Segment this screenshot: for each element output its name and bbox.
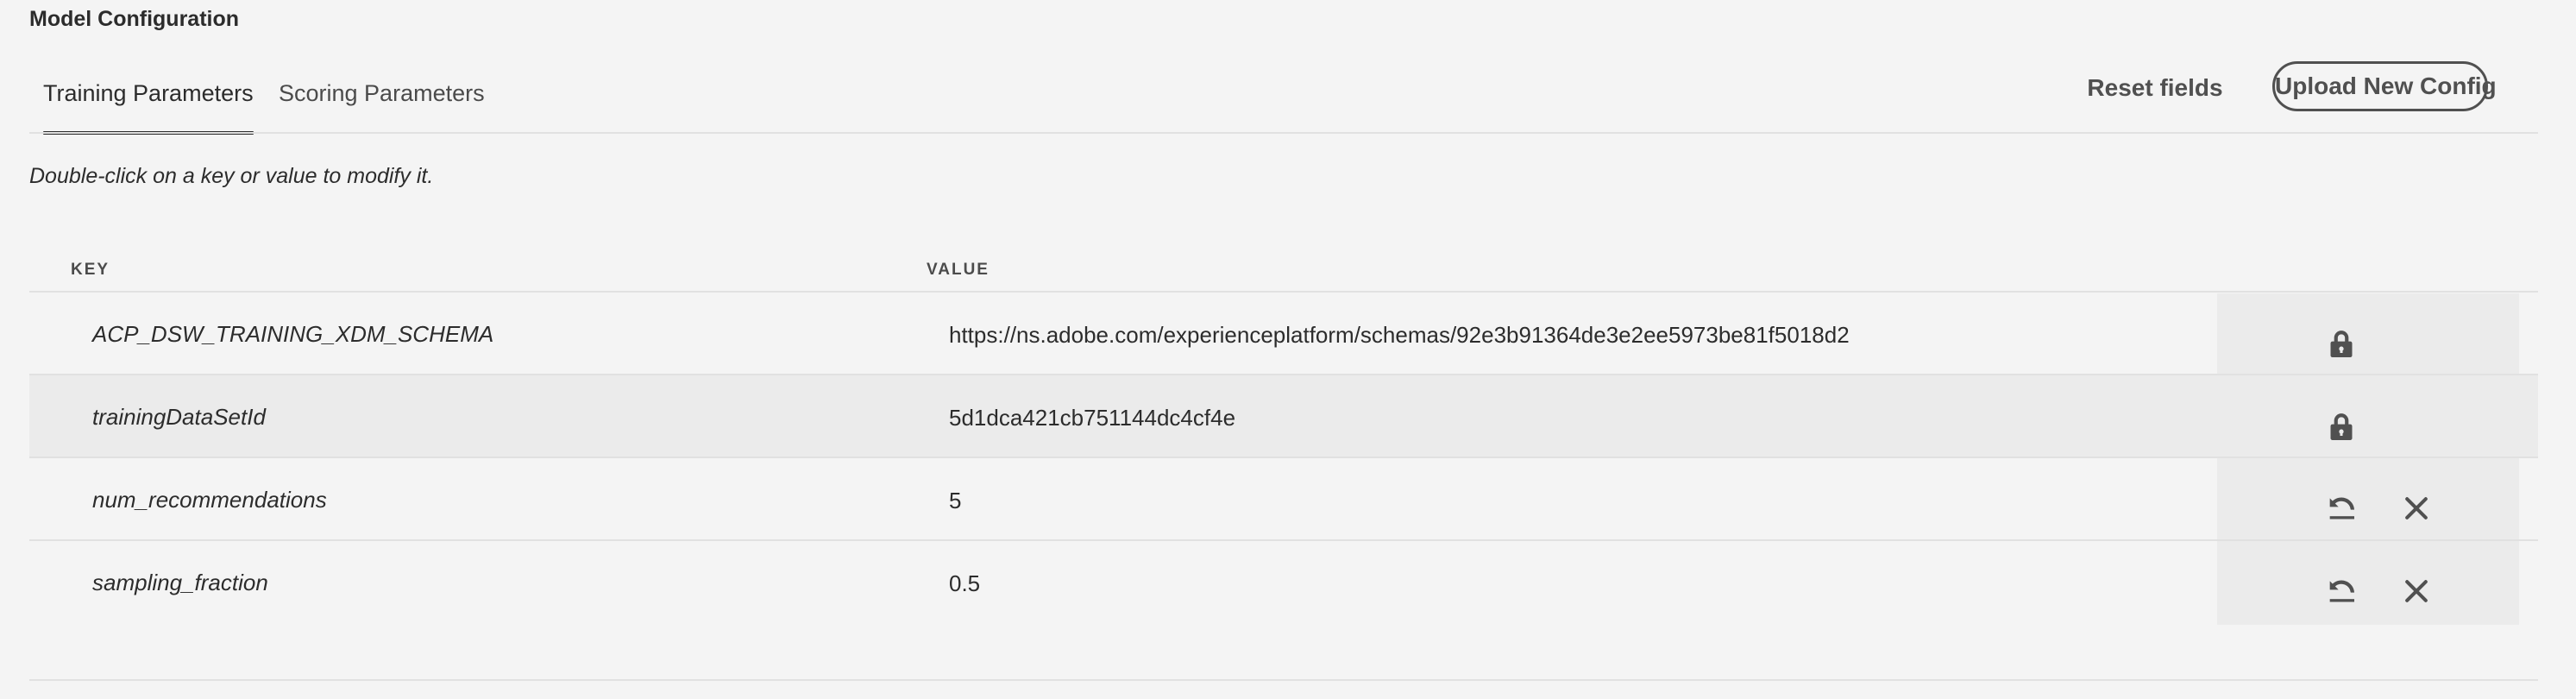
table-row: sampling_fraction 0.5 xyxy=(29,541,2538,624)
param-value[interactable]: 5 xyxy=(949,488,961,514)
tab-label: Scoring Parameters xyxy=(279,80,485,106)
lock-icon xyxy=(2324,410,2359,444)
param-key[interactable]: num_recommendations xyxy=(92,487,327,513)
param-key[interactable]: sampling_fraction xyxy=(92,570,268,596)
hint-text: Double-click on a key or value to modify… xyxy=(29,164,434,188)
tab-divider xyxy=(29,132,2538,134)
param-key[interactable]: trainingDataSetId xyxy=(92,404,266,431)
table-row: num_recommendations 5 xyxy=(29,458,2538,541)
table-row: ACP_DSW_TRAINING_XDM_SCHEMA https://ns.a… xyxy=(29,293,2538,375)
param-value[interactable]: https://ns.adobe.com/experienceplatform/… xyxy=(949,322,1850,349)
tab-training-parameters[interactable]: Training Parameters xyxy=(43,78,254,135)
param-key[interactable]: ACP_DSW_TRAINING_XDM_SCHEMA xyxy=(92,321,493,348)
reset-fields-button[interactable]: Reset fields xyxy=(2070,69,2240,107)
tab-scoring-parameters[interactable]: Scoring Parameters xyxy=(279,78,485,135)
close-icon[interactable] xyxy=(2399,574,2434,608)
page-title: Model Configuration xyxy=(29,7,240,31)
close-icon[interactable] xyxy=(2399,491,2434,526)
tab-label: Training Parameters xyxy=(43,80,254,106)
table-row: trainingDataSetId 5d1dca421cb751144dc4cf… xyxy=(29,375,2538,458)
upload-new-config-button[interactable]: Upload New Config xyxy=(2272,61,2497,111)
bottom-divider xyxy=(29,679,2538,681)
key-column-header: KEY xyxy=(71,261,110,279)
param-value[interactable]: 0.5 xyxy=(949,570,980,597)
lock-icon xyxy=(2324,327,2359,362)
undo-icon[interactable] xyxy=(2324,491,2359,526)
undo-icon[interactable] xyxy=(2324,574,2359,608)
value-column-header: VALUE xyxy=(927,261,990,279)
param-value[interactable]: 5d1dca421cb751144dc4cf4e xyxy=(949,405,1235,431)
